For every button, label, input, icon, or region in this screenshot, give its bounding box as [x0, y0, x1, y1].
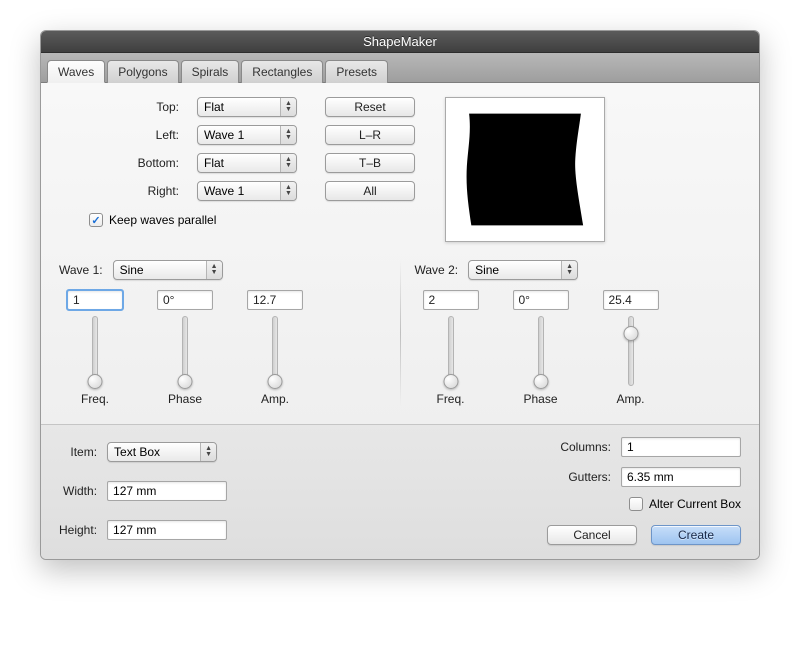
select-left[interactable]: Wave 1 ▲▼: [197, 125, 297, 145]
height-input[interactable]: 127 mm: [107, 520, 227, 540]
chevron-updown-icon: ▲▼: [561, 261, 577, 279]
wave1-freq-slider[interactable]: [92, 316, 98, 386]
chevron-updown-icon: ▲▼: [280, 98, 296, 116]
waves-pane: Top: Flat ▲▼ Reset Left: Wave 1 ▲▼ L–R B…: [41, 83, 759, 424]
wave1-amp-slider[interactable]: [272, 316, 278, 386]
select-top-value: Flat: [204, 100, 224, 114]
label-item: Item:: [59, 445, 97, 459]
wave2-amp-label: Amp.: [616, 392, 644, 406]
select-bottom-value: Flat: [204, 156, 224, 170]
tab-presets[interactable]: Presets: [325, 60, 388, 83]
tab-spirals[interactable]: Spirals: [181, 60, 240, 83]
wave2-freq-slider[interactable]: [448, 316, 454, 386]
lr-button[interactable]: L–R: [325, 125, 415, 145]
gutters-input[interactable]: 6.35 mm: [621, 467, 741, 487]
wave1-freq-input[interactable]: 1: [67, 290, 123, 310]
label-height: Height:: [59, 523, 97, 537]
wave2-phase-slider[interactable]: [538, 316, 544, 386]
wave2-amp-input[interactable]: 25.4: [603, 290, 659, 310]
label-gutters: Gutters:: [547, 470, 611, 484]
wave2-amp-slider[interactable]: [628, 316, 634, 386]
wave1-type-select[interactable]: Sine ▲▼: [113, 260, 223, 280]
window-title: ShapeMaker: [41, 31, 759, 53]
width-input[interactable]: 127 mm: [107, 481, 227, 501]
chevron-updown-icon: ▲▼: [280, 154, 296, 172]
wave1-amp-label: Amp.: [261, 392, 289, 406]
select-right[interactable]: Wave 1 ▲▼: [197, 181, 297, 201]
chevron-updown-icon: ▲▼: [206, 261, 222, 279]
item-select[interactable]: Text Box ▲▼: [107, 442, 217, 462]
alter-current-box-checkbox[interactable]: [629, 497, 643, 511]
tab-rectangles[interactable]: Rectangles: [241, 60, 323, 83]
item-value: Text Box: [114, 445, 160, 459]
wave2-freq-label: Freq.: [436, 392, 464, 406]
shapemaker-dialog: ShapeMaker Waves Polygons Spirals Rectan…: [40, 30, 760, 560]
dialog-footer: Item: Text Box ▲▼ Width: 127 mm Height: …: [41, 424, 759, 559]
select-top[interactable]: Flat ▲▼: [197, 97, 297, 117]
keep-parallel-checkbox[interactable]: [89, 213, 103, 227]
label-bottom: Bottom:: [59, 156, 179, 170]
tab-polygons[interactable]: Polygons: [107, 60, 178, 83]
reset-button[interactable]: Reset: [325, 97, 415, 117]
wave1-freq-label: Freq.: [81, 392, 109, 406]
label-top: Top:: [59, 100, 179, 114]
wave2-group: Wave 2: Sine ▲▼ 2 Freq. 0° Ph: [415, 260, 742, 406]
create-button[interactable]: Create: [651, 525, 741, 545]
cancel-button[interactable]: Cancel: [547, 525, 637, 545]
wave1-phase-label: Phase: [168, 392, 202, 406]
shape-preview: [445, 97, 605, 242]
label-right: Right:: [59, 184, 179, 198]
select-right-value: Wave 1: [204, 184, 244, 198]
label-left: Left:: [59, 128, 179, 142]
tab-waves[interactable]: Waves: [47, 60, 105, 83]
tab-bar: Waves Polygons Spirals Rectangles Preset…: [41, 53, 759, 83]
chevron-updown-icon: ▲▼: [280, 126, 296, 144]
wave1-label: Wave 1:: [59, 263, 103, 277]
wave1-phase-slider[interactable]: [182, 316, 188, 386]
wave1-phase-input[interactable]: 0°: [157, 290, 213, 310]
all-button[interactable]: All: [325, 181, 415, 201]
wave2-freq-input[interactable]: 2: [423, 290, 479, 310]
wave1-type-value: Sine: [120, 263, 144, 277]
wave2-type-value: Sine: [475, 263, 499, 277]
wave2-phase-label: Phase: [523, 392, 557, 406]
wave2-type-select[interactable]: Sine ▲▼: [468, 260, 578, 280]
shape-preview-svg: [456, 108, 594, 231]
alter-current-box-label: Alter Current Box: [649, 497, 741, 511]
wave1-amp-input[interactable]: 12.7: [247, 290, 303, 310]
wave2-label: Wave 2:: [415, 263, 459, 277]
columns-input[interactable]: 1: [621, 437, 741, 457]
wave2-phase-input[interactable]: 0°: [513, 290, 569, 310]
wave-divider: [400, 260, 401, 406]
keep-parallel-label: Keep waves parallel: [109, 213, 216, 227]
label-width: Width:: [59, 484, 97, 498]
label-columns: Columns:: [547, 440, 611, 454]
select-bottom[interactable]: Flat ▲▼: [197, 153, 297, 173]
tb-button[interactable]: T–B: [325, 153, 415, 173]
wave1-group: Wave 1: Sine ▲▼ 1 Freq. 0° Ph: [59, 260, 386, 406]
chevron-updown-icon: ▲▼: [280, 182, 296, 200]
chevron-updown-icon: ▲▼: [200, 443, 216, 461]
select-left-value: Wave 1: [204, 128, 244, 142]
